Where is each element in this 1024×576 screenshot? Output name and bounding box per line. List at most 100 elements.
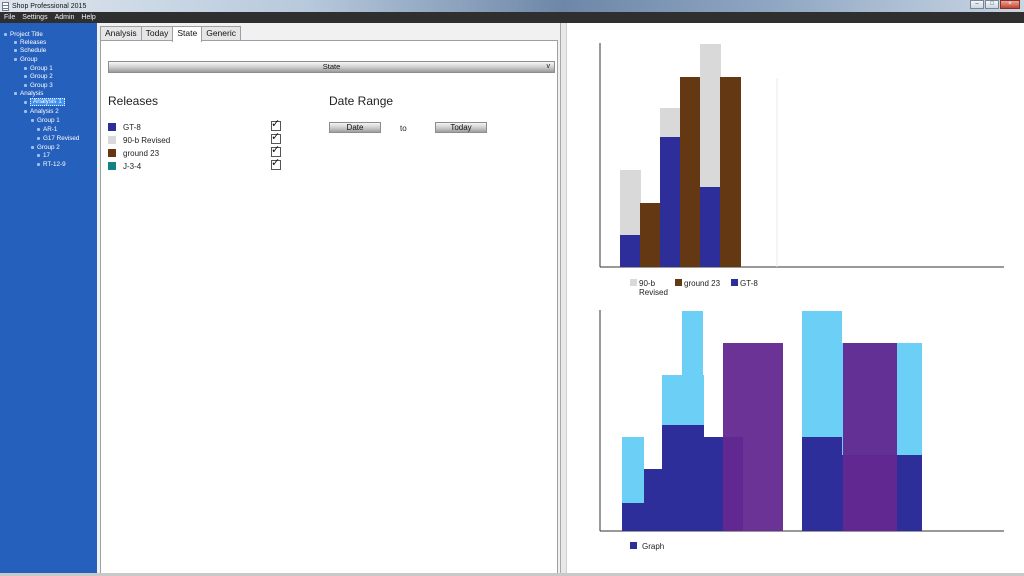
tab-analysis[interactable]: Analysis xyxy=(100,26,142,40)
tree-item-17[interactable]: 17 xyxy=(37,151,50,159)
release-row-ground-23: ground 23 ✓ xyxy=(108,145,283,158)
tree-item-label: Releases xyxy=(20,38,47,46)
bar-series-2-7 xyxy=(843,343,897,531)
tree-item-label: Project Title xyxy=(10,30,43,38)
tree-node-icon xyxy=(4,32,7,36)
menu-help[interactable]: Help xyxy=(81,14,95,21)
settings-pane: Analysis Today State Generic State v Rel… xyxy=(97,23,560,576)
release-label: J-3-4 xyxy=(123,161,142,171)
tree-item-label: Analysis 2 xyxy=(30,107,59,115)
release-color-swatch xyxy=(108,149,116,157)
bar-gt-8-1 xyxy=(620,235,641,267)
minimize-icon[interactable]: – xyxy=(970,0,984,9)
tab-generic[interactable]: Generic xyxy=(201,26,241,40)
release-checkbox-j-3-4[interactable]: ✓ xyxy=(271,158,281,170)
legend-label: ground 23 xyxy=(684,279,721,288)
tree-item-group[interactable]: Group xyxy=(14,55,38,63)
tree-item-ar-1[interactable]: AR-1 xyxy=(37,125,57,133)
tree-node-icon xyxy=(14,91,17,95)
window-titlebar: Shop Professional 2015 – □ × xyxy=(0,0,1024,12)
tree-item-schedule[interactable]: Schedule xyxy=(14,46,46,54)
bar-gt-8-5 xyxy=(700,187,721,267)
release-row-90-b-revised: 90-b Revised ✓ xyxy=(108,132,283,145)
release-row-j-3-4: J-3-4 ✓ xyxy=(108,158,283,171)
release-checkbox-ground-23[interactable]: ✓ xyxy=(271,145,281,157)
tree-item-rt-12-9[interactable]: RT-12-9 xyxy=(37,160,66,168)
tree-node-icon xyxy=(24,100,27,104)
bar-90-b-revised-5 xyxy=(700,44,721,187)
bar-gt-8-3 xyxy=(660,137,681,267)
date-from-button[interactable]: Date xyxy=(329,122,381,133)
tree-item-project-title[interactable]: Project Title xyxy=(4,30,43,38)
tree-node-icon xyxy=(37,136,40,140)
bar-90-b-revised-3 xyxy=(660,108,681,137)
menu-admin[interactable]: Admin xyxy=(55,14,75,21)
menu-bar: File Settings Admin Help xyxy=(0,12,1024,23)
release-label: ground 23 xyxy=(123,148,160,158)
tree-item-analysis[interactable]: Analysis xyxy=(14,89,43,97)
legend-label: Graph xyxy=(642,542,664,551)
chart-graph: Graph xyxy=(599,310,1004,551)
date-range-to-label: to xyxy=(400,124,407,133)
tree-item-analysis-2[interactable]: Analysis 2 xyxy=(24,107,59,115)
tree-item-group-2[interactable]: Group 2 xyxy=(24,72,53,80)
legend-swatch xyxy=(731,279,738,286)
release-checkbox-90-b-revised[interactable]: ✓ xyxy=(271,132,281,144)
tree-node-icon xyxy=(37,127,40,131)
release-label: 90-b Revised xyxy=(123,135,171,145)
tab-state[interactable]: State xyxy=(172,26,203,42)
tree-node-icon xyxy=(24,74,27,78)
tree-item-releases[interactable]: Releases xyxy=(14,38,46,46)
app-icon xyxy=(2,1,9,11)
bar-series-0-1 xyxy=(644,469,662,531)
bar-ground-23-2 xyxy=(640,203,661,267)
tab-bar: Analysis Today State Generic xyxy=(100,26,241,42)
tree-item-analysis-2-group-2[interactable]: Group 2 xyxy=(31,143,60,151)
tree-item-label: Group 2 xyxy=(30,72,53,80)
bar-series-2-4 xyxy=(723,343,783,531)
tree-item-label: G17 Revised xyxy=(43,134,80,142)
tree-item-label: RT-12-9 xyxy=(43,160,66,168)
chart-stacked-releases: 90-bRevised ground 23 GT-8 xyxy=(599,43,1004,297)
tree-item-g17-revised[interactable]: G17 Revised xyxy=(37,134,79,142)
date-to-button[interactable]: Today xyxy=(435,122,487,133)
tab-today[interactable]: Today xyxy=(140,26,174,40)
legend-label: Revised xyxy=(639,288,668,297)
legend-swatch xyxy=(630,279,637,286)
maximize-icon[interactable]: □ xyxy=(985,0,999,9)
menu-settings[interactable]: Settings xyxy=(22,14,47,21)
bar-ground-23-6 xyxy=(720,77,741,267)
menu-file[interactable]: File xyxy=(4,14,15,21)
tree-item-label: 17 xyxy=(43,151,51,159)
tree-item-label: Group xyxy=(20,55,38,63)
legend-swatch xyxy=(630,542,637,549)
tree-node-icon xyxy=(24,83,27,87)
tree-item-label: Group 3 xyxy=(30,81,53,89)
close-icon[interactable]: × xyxy=(1000,0,1020,9)
tree-item-group-1[interactable]: Group 1 xyxy=(24,64,53,72)
pane-splitter[interactable] xyxy=(560,23,567,576)
legend-label: GT-8 xyxy=(740,279,758,288)
tree-node-icon xyxy=(37,162,40,166)
chevron-down-icon: v xyxy=(546,63,551,70)
bar-series-0-7 xyxy=(802,437,842,531)
tree-node-icon xyxy=(24,109,27,113)
project-tree: Project Title Releases Schedule Group Gr… xyxy=(0,23,97,576)
tree-node-icon xyxy=(31,145,34,149)
tree-item-label: AR-1 xyxy=(43,125,58,133)
tree-item-analysis-1[interactable]: Analysis 1 xyxy=(24,98,65,106)
release-checkbox-gt-8[interactable]: ✓ xyxy=(271,119,281,131)
bar-90-b-revised-1 xyxy=(620,170,641,235)
release-row-gt-8: GT-8 ✓ xyxy=(108,119,283,132)
charts-pane: 90-b Revised ground 23 GT-8 Graph xyxy=(567,23,1024,576)
charts-canvas: 90-bRevised ground 23 GT-8 Graph xyxy=(599,43,1004,551)
release-color-swatch xyxy=(108,123,116,131)
tree-item-label: Group 2 xyxy=(37,143,60,151)
tree-item-analysis-2-group-1[interactable]: Group 1 xyxy=(31,116,60,124)
tree-item-label: Group 1 xyxy=(37,116,60,124)
state-dropdown[interactable]: State v xyxy=(108,61,555,73)
tree-node-icon xyxy=(37,153,40,157)
tree-node-icon xyxy=(31,118,34,122)
legend-swatch xyxy=(675,279,682,286)
tree-item-group-3[interactable]: Group 3 xyxy=(24,81,53,89)
